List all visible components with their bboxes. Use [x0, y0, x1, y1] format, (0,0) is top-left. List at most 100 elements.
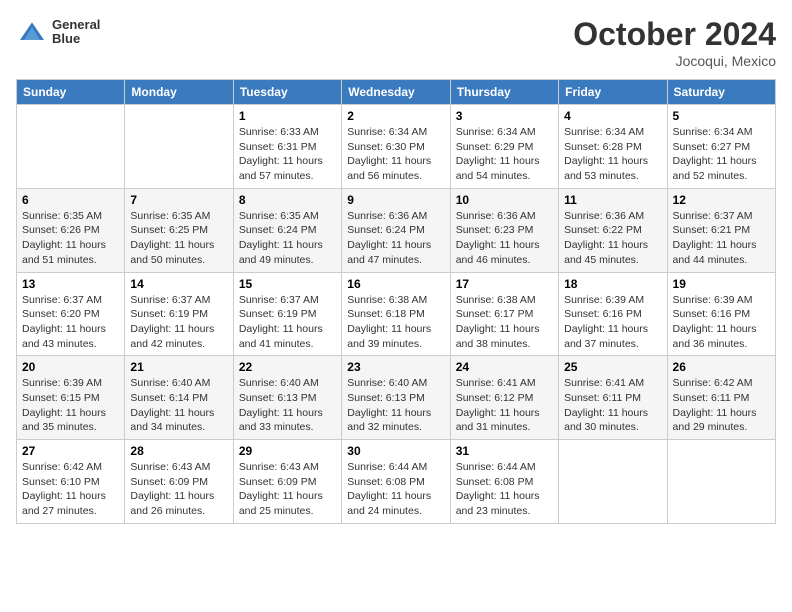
day-header: Friday: [559, 80, 667, 105]
calendar-cell: 23 Sunrise: 6:40 AMSunset: 6:13 PMDayligh…: [342, 356, 450, 440]
day-number: 15: [239, 277, 336, 291]
calendar-cell: [17, 105, 125, 189]
calendar-cell: 1 Sunrise: 6:33 AMSunset: 6:31 PMDaylight…: [233, 105, 341, 189]
day-number: 20: [22, 360, 119, 374]
calendar-cell: 21 Sunrise: 6:40 AMSunset: 6:14 PMDayligh…: [125, 356, 233, 440]
calendar-cell: 24 Sunrise: 6:41 AMSunset: 6:12 PMDayligh…: [450, 356, 558, 440]
day-info: Sunrise: 6:33 AMSunset: 6:31 PMDaylight:…: [239, 125, 336, 184]
calendar-cell: 29 Sunrise: 6:43 AMSunset: 6:09 PMDayligh…: [233, 440, 341, 524]
calendar-cell: 9 Sunrise: 6:36 AMSunset: 6:24 PMDaylight…: [342, 188, 450, 272]
calendar-cell: 2 Sunrise: 6:34 AMSunset: 6:30 PMDaylight…: [342, 105, 450, 189]
day-info: Sunrise: 6:39 AMSunset: 6:15 PMDaylight:…: [22, 376, 119, 435]
day-number: 10: [456, 193, 553, 207]
day-number: 13: [22, 277, 119, 291]
day-number: 25: [564, 360, 661, 374]
day-header: Saturday: [667, 80, 775, 105]
day-number: 31: [456, 444, 553, 458]
page-header: General Blue October 2024 Jocoqui, Mexic…: [16, 16, 776, 69]
day-info: Sunrise: 6:42 AMSunset: 6:10 PMDaylight:…: [22, 460, 119, 519]
calendar-cell: 7 Sunrise: 6:35 AMSunset: 6:25 PMDaylight…: [125, 188, 233, 272]
calendar-cell: 12Sunrise: 6:37 AMSunset: 6:21 PMDayligh…: [667, 188, 775, 272]
day-info: Sunrise: 6:40 AMSunset: 6:14 PMDaylight:…: [130, 376, 227, 435]
day-info: Sunrise: 6:40 AMSunset: 6:13 PMDaylight:…: [347, 376, 444, 435]
calendar-cell: 4 Sunrise: 6:34 AMSunset: 6:28 PMDaylight…: [559, 105, 667, 189]
day-number: 30: [347, 444, 444, 458]
day-info: Sunrise: 6:41 AMSunset: 6:11 PMDaylight:…: [564, 376, 661, 435]
calendar-cell: [559, 440, 667, 524]
day-info: Sunrise: 6:37 AMSunset: 6:19 PMDaylight:…: [239, 293, 336, 352]
day-number: 11: [564, 193, 661, 207]
calendar-cell: 26 Sunrise: 6:42 AMSunset: 6:11 PMDayligh…: [667, 356, 775, 440]
day-number: 22: [239, 360, 336, 374]
day-info: Sunrise: 6:44 AMSunset: 6:08 PMDaylight:…: [347, 460, 444, 519]
calendar-cell: 14 Sunrise: 6:37 AMSunset: 6:19 PMDayligh…: [125, 272, 233, 356]
day-number: 16: [347, 277, 444, 291]
day-header: Thursday: [450, 80, 558, 105]
day-number: 7: [130, 193, 227, 207]
day-info: Sunrise: 6:37 AMSunset: 6:19 PMDaylight:…: [130, 293, 227, 352]
day-info: Sunrise: 6:43 AMSunset: 6:09 PMDaylight:…: [239, 460, 336, 519]
day-info: Sunrise: 6:36 AMSunset: 6:22 PMDaylight:…: [564, 209, 661, 268]
calendar-cell: 25 Sunrise: 6:41 AMSunset: 6:11 PMDayligh…: [559, 356, 667, 440]
day-info: Sunrise: 6:38 AMSunset: 6:18 PMDaylight:…: [347, 293, 444, 352]
day-info: Sunrise: 6:39 AMSunset: 6:16 PMDaylight:…: [673, 293, 770, 352]
calendar-week-row: 20 Sunrise: 6:39 AMSunset: 6:15 PMDayligh…: [17, 356, 776, 440]
calendar-week-row: 27 Sunrise: 6:42 AMSunset: 6:10 PMDayligh…: [17, 440, 776, 524]
calendar: SundayMondayTuesdayWednesdayThursdayFrid…: [16, 79, 776, 524]
day-info: Sunrise: 6:34 AMSunset: 6:30 PMDaylight:…: [347, 125, 444, 184]
logo-line1: General: [52, 18, 100, 32]
day-info: Sunrise: 6:35 AMSunset: 6:25 PMDaylight:…: [130, 209, 227, 268]
day-info: Sunrise: 6:39 AMSunset: 6:16 PMDaylight:…: [564, 293, 661, 352]
day-number: 26: [673, 360, 770, 374]
day-number: 17: [456, 277, 553, 291]
day-header: Wednesday: [342, 80, 450, 105]
day-number: 18: [564, 277, 661, 291]
calendar-cell: 28Sunrise: 6:43 AMSunset: 6:09 PMDayligh…: [125, 440, 233, 524]
calendar-cell: 5Sunrise: 6:34 AMSunset: 6:27 PMDaylight…: [667, 105, 775, 189]
calendar-cell: 6 Sunrise: 6:35 AMSunset: 6:26 PMDaylight…: [17, 188, 125, 272]
day-number: 12: [673, 193, 770, 207]
day-number: 23: [347, 360, 444, 374]
day-number: 21: [130, 360, 227, 374]
day-number: 8: [239, 193, 336, 207]
day-info: Sunrise: 6:43 AMSunset: 6:09 PMDaylight:…: [130, 460, 227, 519]
day-number: 9: [347, 193, 444, 207]
day-number: 6: [22, 193, 119, 207]
day-info: Sunrise: 6:36 AMSunset: 6:24 PMDaylight:…: [347, 209, 444, 268]
day-info: Sunrise: 6:35 AMSunset: 6:26 PMDaylight:…: [22, 209, 119, 268]
logo-icon: [16, 16, 48, 48]
calendar-cell: 15 Sunrise: 6:37 AMSunset: 6:19 PMDayligh…: [233, 272, 341, 356]
day-number: 24: [456, 360, 553, 374]
calendar-cell: [125, 105, 233, 189]
day-info: Sunrise: 6:42 AMSunset: 6:11 PMDaylight:…: [673, 376, 770, 435]
logo-text: General Blue: [52, 18, 100, 47]
day-number: 14: [130, 277, 227, 291]
calendar-cell: 11 Sunrise: 6:36 AMSunset: 6:22 PMDayligh…: [559, 188, 667, 272]
calendar-cell: 3Sunrise: 6:34 AMSunset: 6:29 PMDaylight…: [450, 105, 558, 189]
calendar-cell: 22 Sunrise: 6:40 AMSunset: 6:13 PMDayligh…: [233, 356, 341, 440]
day-number: 4: [564, 109, 661, 123]
day-info: Sunrise: 6:35 AMSunset: 6:24 PMDaylight:…: [239, 209, 336, 268]
day-info: Sunrise: 6:41 AMSunset: 6:12 PMDaylight:…: [456, 376, 553, 435]
calendar-week-row: 6 Sunrise: 6:35 AMSunset: 6:26 PMDaylight…: [17, 188, 776, 272]
calendar-cell: 10Sunrise: 6:36 AMSunset: 6:23 PMDayligh…: [450, 188, 558, 272]
day-header: Tuesday: [233, 80, 341, 105]
day-number: 2: [347, 109, 444, 123]
day-info: Sunrise: 6:37 AMSunset: 6:20 PMDaylight:…: [22, 293, 119, 352]
calendar-cell: 18 Sunrise: 6:39 AMSunset: 6:16 PMDayligh…: [559, 272, 667, 356]
day-number: 5: [673, 109, 770, 123]
day-info: Sunrise: 6:34 AMSunset: 6:28 PMDaylight:…: [564, 125, 661, 184]
day-header: Sunday: [17, 80, 125, 105]
calendar-cell: 8 Sunrise: 6:35 AMSunset: 6:24 PMDaylight…: [233, 188, 341, 272]
day-number: 19: [673, 277, 770, 291]
day-number: 29: [239, 444, 336, 458]
day-info: Sunrise: 6:40 AMSunset: 6:13 PMDaylight:…: [239, 376, 336, 435]
month-title: October 2024: [573, 16, 776, 53]
day-number: 1: [239, 109, 336, 123]
day-number: 27: [22, 444, 119, 458]
calendar-cell: 31Sunrise: 6:44 AMSunset: 6:08 PMDayligh…: [450, 440, 558, 524]
calendar-cell: [667, 440, 775, 524]
calendar-cell: 13 Sunrise: 6:37 AMSunset: 6:20 PMDayligh…: [17, 272, 125, 356]
day-info: Sunrise: 6:38 AMSunset: 6:17 PMDaylight:…: [456, 293, 553, 352]
calendar-week-row: 1 Sunrise: 6:33 AMSunset: 6:31 PMDaylight…: [17, 105, 776, 189]
